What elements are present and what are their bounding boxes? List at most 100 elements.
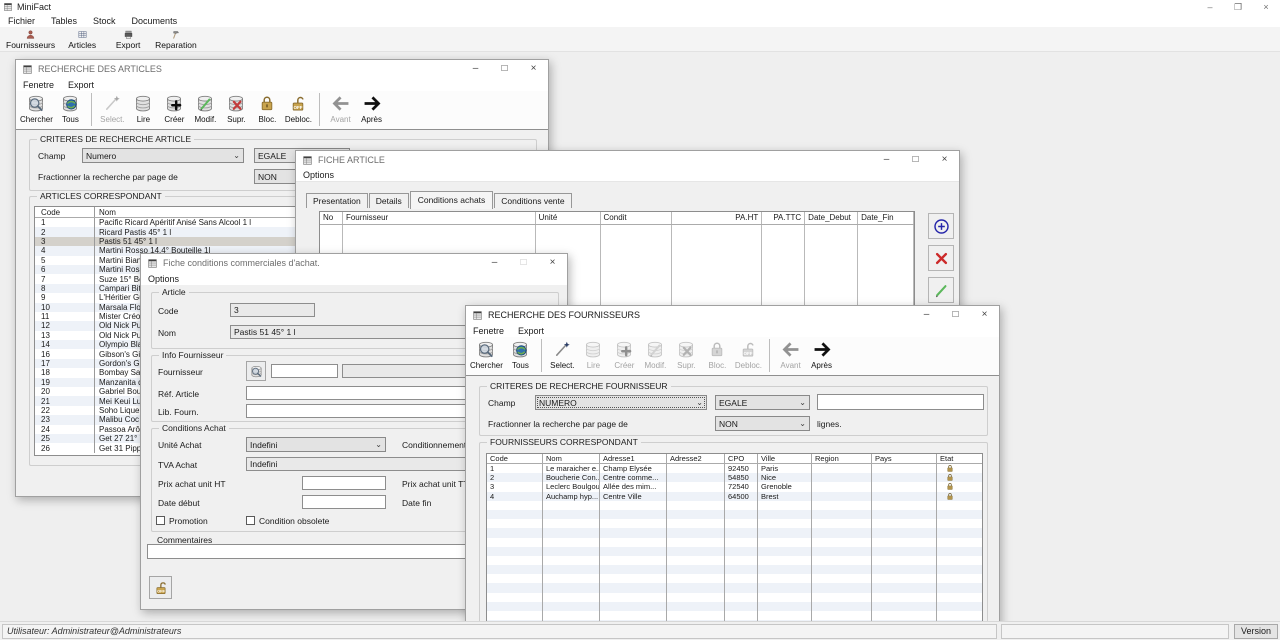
fournisseur-search-button[interactable] [246, 361, 266, 381]
column-header-date-fin[interactable]: Date_Fin [858, 212, 914, 224]
tva-achat-label: TVA Achat [158, 460, 197, 470]
search-value-input[interactable] [817, 394, 984, 410]
column-header-code[interactable]: Code [35, 207, 95, 217]
fraction-select[interactable]: NON ⌄ [715, 416, 810, 431]
close-icon[interactable]: × [1252, 0, 1280, 14]
menu-export[interactable]: Export [511, 326, 551, 336]
menu-options[interactable]: Options [141, 274, 186, 284]
debloc-button[interactable]: OFFDebloc. [283, 92, 314, 124]
edit-button[interactable] [928, 277, 954, 303]
lire-button[interactable]: Lire [128, 92, 159, 124]
minimize-icon[interactable]: – [872, 151, 901, 169]
menu-fichier[interactable]: Fichier [0, 16, 43, 26]
minimize-icon[interactable]: – [912, 306, 941, 324]
minimize-icon[interactable]: – [461, 60, 490, 78]
column-header-pa-ht[interactable]: PA.HT [672, 212, 762, 224]
restore-icon[interactable]: ❐ [1224, 0, 1252, 14]
apr-s-button[interactable]: Après [356, 92, 387, 124]
maximize-icon[interactable]: □ [901, 151, 930, 169]
tab-conditions-vente[interactable]: Conditions vente [494, 193, 571, 208]
tab-presentation[interactable]: Presentation [306, 193, 368, 208]
menu-fenetre[interactable]: Fenetre [466, 326, 511, 336]
supr-button[interactable]: Supr. [221, 92, 252, 124]
conditions-titlebar[interactable]: Fiche conditions commerciales d'achat. –… [141, 254, 567, 272]
db-x-icon [225, 93, 247, 114]
minimize-icon[interactable]: – [480, 254, 509, 272]
column-header-pa-ttc[interactable]: PA.TTC [762, 212, 805, 224]
tous-button[interactable]: Tous [505, 338, 536, 370]
articles-button[interactable]: Articles [59, 27, 105, 51]
promotion-checkbox[interactable] [156, 516, 165, 525]
column-header-fournisseur[interactable]: Fournisseur [343, 212, 536, 224]
chercher-button[interactable]: Chercher [18, 92, 55, 124]
fournisseur-row[interactable]: 1Le maraicher e...Champ Elysée92450Paris [487, 464, 982, 473]
export-button[interactable]: Export [105, 27, 151, 51]
chercher-button[interactable]: Chercher [468, 338, 505, 370]
close-icon[interactable]: × [930, 151, 959, 169]
cr-er-button[interactable]: Créer [159, 92, 190, 124]
close-icon[interactable]: × [538, 254, 567, 272]
fournisseurs-button[interactable]: Fournisseurs [2, 27, 59, 51]
maximize-icon[interactable]: □ [941, 306, 970, 324]
maximize-icon[interactable]: □ [490, 60, 519, 78]
unite-achat-select[interactable]: Indefini ⌄ [246, 437, 386, 452]
close-icon[interactable]: × [970, 306, 999, 324]
column-header-code[interactable]: Code [487, 454, 543, 463]
close-icon[interactable]: × [519, 60, 548, 78]
tab-conditions-achats[interactable]: Conditions achats [410, 191, 494, 209]
tous-button[interactable]: Tous [55, 92, 86, 124]
main-titlebar[interactable]: MiniFact – ❐ × [0, 0, 1280, 14]
unlock-button[interactable]: OFF [149, 576, 172, 599]
champ-select[interactable]: Numero ⌄ [82, 148, 244, 163]
obsolete-checkbox[interactable] [246, 516, 255, 525]
prix-ht-field[interactable] [302, 476, 386, 490]
menu-documents[interactable]: Documents [124, 16, 186, 26]
code-label: Code [158, 306, 178, 316]
fournisseur-row[interactable]: 4Auchamp hyp...Centre Ville64500Brest [487, 492, 982, 501]
minimize-icon[interactable]: – [1196, 0, 1224, 14]
articles-titlebar[interactable]: RECHERCHE DES ARTICLES – □ × [16, 60, 548, 78]
menu-options[interactable]: Options [296, 170, 341, 180]
champ-select[interactable]: NUMERO ⌄ [535, 395, 707, 410]
column-header-ville[interactable]: Ville [758, 454, 812, 463]
menu-stock[interactable]: Stock [85, 16, 124, 26]
reparation-button[interactable]: Reparation [151, 27, 201, 51]
select-button[interactable]: Select. [547, 338, 578, 370]
bloc-button[interactable]: Bloc. [252, 92, 283, 124]
modif-button: Modif. [640, 338, 671, 370]
column-header-adresse2[interactable]: Adresse2 [667, 454, 725, 463]
date-debut-field[interactable] [302, 495, 386, 509]
apr-s-button[interactable]: Après [806, 338, 837, 370]
column-header-pays[interactable]: Pays [872, 454, 937, 463]
modif-button[interactable]: Modif. [190, 92, 221, 124]
person-icon [25, 29, 36, 40]
chevron-down-icon: ⌄ [799, 399, 806, 407]
db-x-icon [675, 339, 697, 360]
add-button[interactable] [928, 213, 954, 239]
column-header-etat[interactable]: Etat [937, 454, 983, 463]
operator-select[interactable]: EGALE ⌄ [715, 395, 810, 410]
criteria-group-title: CRITERES DE RECHERCHE ARTICLE [37, 134, 194, 144]
column-header-date-debut[interactable]: Date_Debut [805, 212, 858, 224]
fournisseur-criteria-group: CRITERES DE RECHERCHE FOURNISSEUR Champ … [479, 386, 988, 436]
fiche-article-titlebar[interactable]: FICHE ARTICLE – □ × [296, 151, 959, 169]
version-button[interactable]: Version [1234, 624, 1278, 639]
fournisseur-row[interactable]: 2Boucherie Con...Centre comme...54850Nic… [487, 473, 982, 482]
tab-details[interactable]: Details [369, 193, 409, 208]
fournisseur-code-field[interactable] [271, 364, 338, 378]
code-field[interactable]: 3 [230, 303, 315, 317]
fournisseur-row[interactable]: 3Leclerc BoulgourAllée des mim...72540Gr… [487, 482, 982, 491]
fournisseurs-titlebar[interactable]: RECHERCHE DES FOURNISSEURS – □ × [466, 306, 999, 324]
column-header-nom[interactable]: Nom [543, 454, 600, 463]
menu-export[interactable]: Export [61, 80, 101, 90]
menu-tables[interactable]: Tables [43, 16, 85, 26]
column-header-no[interactable]: No [320, 212, 343, 224]
menu-fenetre[interactable]: Fenetre [16, 80, 61, 90]
column-header-cpo[interactable]: CPO [725, 454, 758, 463]
fournisseurs-table[interactable]: CodeNomAdresse1Adresse2CPOVilleRegionPay… [486, 453, 983, 640]
column-header-adresse1[interactable]: Adresse1 [600, 454, 667, 463]
delete-button[interactable] [928, 245, 954, 271]
column-header-unit[interactable]: Unité [536, 212, 601, 224]
column-header-region[interactable]: Region [812, 454, 872, 463]
column-header-condit[interactable]: Condit [601, 212, 673, 224]
